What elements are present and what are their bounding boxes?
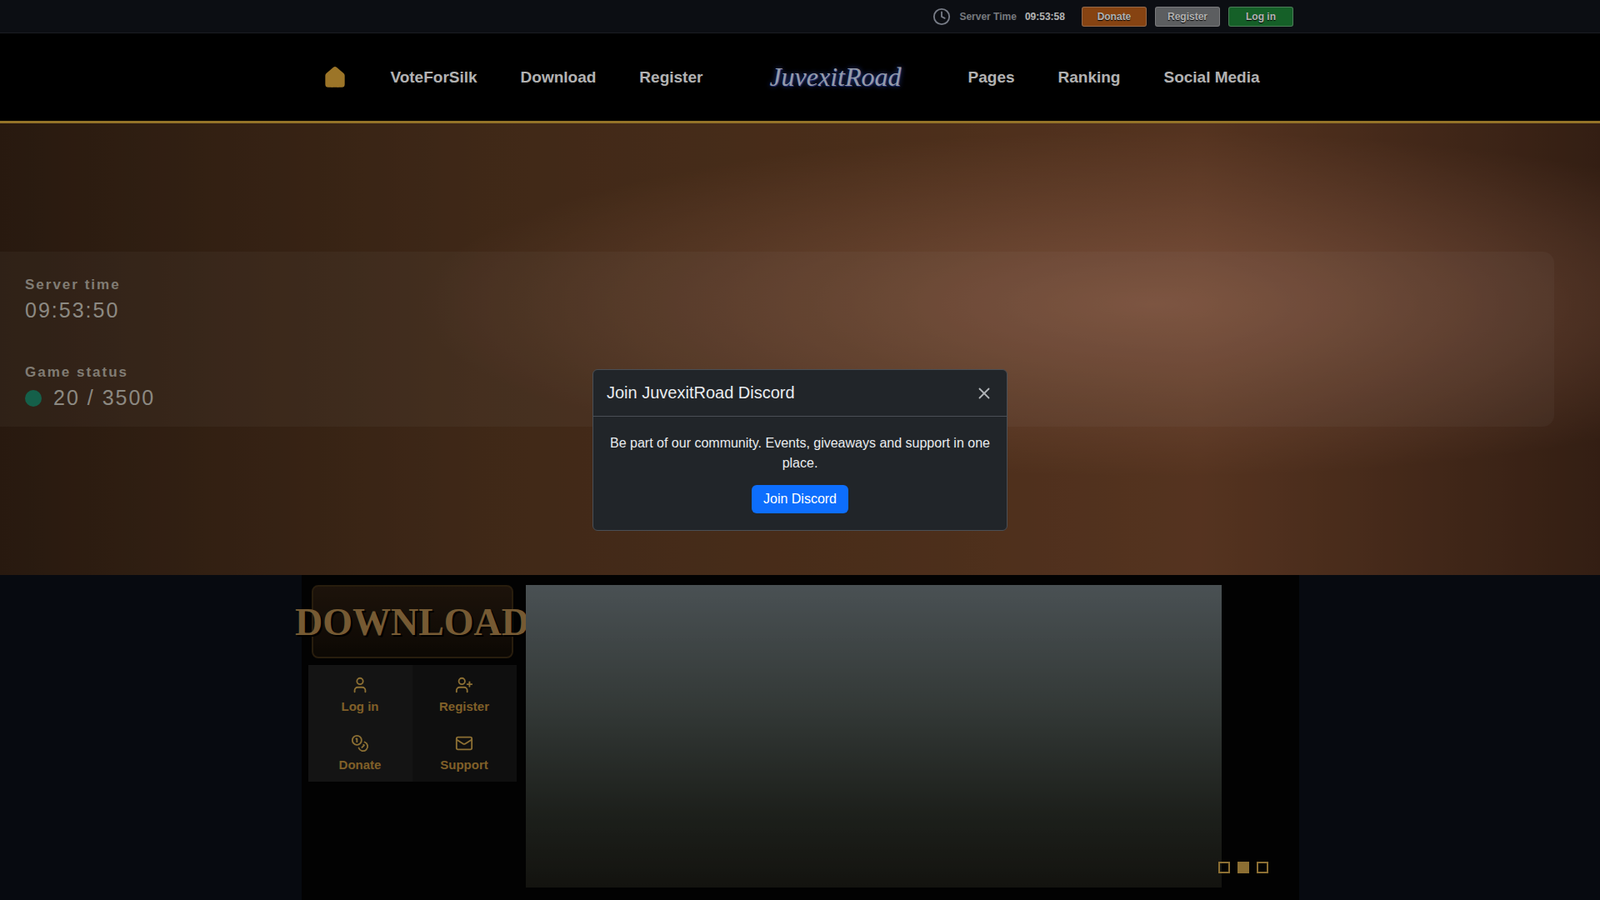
modal-backdrop: Join JuvexitRoad Discord Be part of our c… [0,0,1600,900]
modal-body: Be part of our community. Events, giveaw… [593,416,1007,530]
close-icon [975,384,994,403]
discord-modal: Join JuvexitRoad Discord Be part of our c… [592,369,1008,531]
modal-header: Join JuvexitRoad Discord [593,370,1007,417]
join-discord-button[interactable]: Join Discord [751,485,849,514]
modal-text: Be part of our community. Events, giveaw… [608,433,992,474]
close-button[interactable] [975,384,994,403]
modal-title: Join JuvexitRoad Discord [606,383,795,403]
